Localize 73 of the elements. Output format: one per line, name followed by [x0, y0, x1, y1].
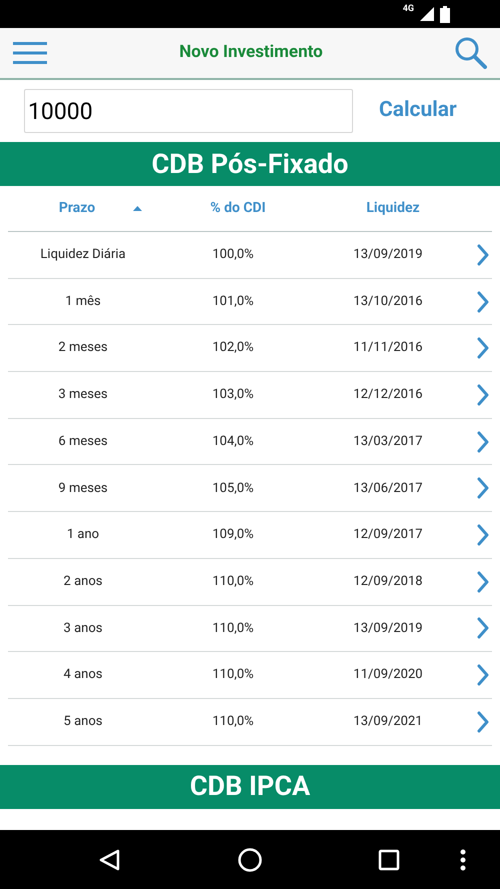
chevron-right-icon	[476, 710, 490, 733]
table-cell-text: 5 anos	[62, 712, 104, 731]
table-cell-text: 11/11/2016	[352, 339, 424, 358]
table-row[interactable]: 4 anos 110,0% 11/09/2020	[8, 652, 492, 699]
chevron-right-icon	[476, 430, 490, 453]
calculate-button[interactable]: Calcular	[379, 95, 457, 127]
sort-up-icon	[133, 206, 142, 211]
chevron-right-icon	[476, 337, 490, 360]
table-row[interactable]: 3 meses 103,0% 12/12/2016	[8, 372, 492, 419]
column-header[interactable]: Liquidez	[366, 198, 420, 219]
table-cell-text: 13/09/2021	[352, 712, 424, 731]
table-cell-text: 13/10/2016	[352, 292, 424, 311]
table-cell-text: 104,0%	[211, 432, 255, 451]
table-cell-text: 105,0%	[211, 480, 255, 498]
table-cell-text: 4 anos	[62, 666, 104, 684]
table-row[interactable]: 1 mês 101,0% 13/10/2016	[8, 278, 492, 326]
table-row[interactable]: 2 meses 102,0% 11/11/2016	[8, 325, 492, 372]
table-cell-text: 2 meses	[57, 339, 109, 358]
table-cell-text: 13/09/2019	[352, 620, 424, 638]
table-cell-text: 3 meses	[57, 386, 109, 404]
table-row[interactable]: 6 meses 104,0% 13/03/2017	[8, 418, 492, 466]
table-cell-text: 110,0%	[211, 572, 255, 591]
home-icon[interactable]	[238, 848, 262, 872]
table-cell-text: Liquidez Diária	[39, 246, 127, 264]
section-title: CDB IPCA	[190, 769, 310, 804]
table-row[interactable]: Liquidez Diária 100,0% 13/09/2019	[8, 232, 492, 279]
table-cell-text: 110,0%	[211, 666, 255, 684]
table-cell-text: 100,0%	[211, 246, 255, 264]
chevron-right-icon	[476, 570, 490, 593]
table-cell-text: 101,0%	[211, 292, 255, 311]
table-cell-text: 6 meses	[57, 432, 109, 451]
section-title: CDB Pós-Fixado	[152, 146, 348, 182]
search-icon[interactable]	[455, 37, 487, 69]
chevron-right-icon	[476, 664, 490, 686]
table-cell-text: 1 ano	[66, 526, 100, 544]
recents-icon[interactable]	[378, 848, 400, 870]
back-icon[interactable]	[98, 848, 120, 870]
chevron-right-icon	[476, 617, 490, 640]
table-cell-text: 13/06/2017	[352, 480, 424, 498]
battery-icon	[440, 6, 450, 22]
table-cell-text: 13/09/2019	[352, 246, 424, 264]
chevron-right-icon	[476, 290, 490, 313]
table-cell-text: 110,0%	[211, 620, 255, 638]
network-label: 4G	[402, 3, 414, 16]
chevron-right-icon	[476, 477, 490, 500]
table-cell-text: 3 anos	[62, 620, 104, 638]
table-row[interactable]: 9 meses 105,0% 13/06/2017	[8, 465, 492, 512]
table-cell-text: 103,0%	[211, 386, 255, 404]
table-cell-text: 109,0%	[211, 526, 255, 544]
table-cell-text: 12/12/2016	[352, 386, 424, 404]
table-cell-text: 11/09/2020	[352, 666, 424, 684]
table-row[interactable]: 2 anos 110,0% 12/09/2018	[8, 558, 492, 606]
chevron-right-icon	[476, 384, 490, 406]
table-cell-text: 12/09/2017	[352, 526, 424, 544]
table-cell-text: 1 mês	[64, 292, 102, 311]
table-row[interactable]: 1 ano 109,0% 12/09/2017	[8, 512, 492, 559]
table-cell-text: 12/09/2018	[352, 572, 424, 591]
amount-field[interactable]: 10000	[24, 89, 353, 133]
table-cell-text: 2 anos	[62, 572, 104, 591]
chevron-right-icon	[476, 524, 490, 546]
table-row[interactable]: 5 anos 110,0% 13/09/2021	[8, 698, 492, 746]
menu-icon[interactable]	[13, 41, 47, 65]
table-row[interactable]: 3 anos 110,0% 13/09/2019	[8, 606, 492, 652]
column-header[interactable]: % do CDI	[210, 198, 266, 219]
chevron-right-icon	[476, 244, 490, 266]
app-title: Novo Investimento	[178, 41, 324, 64]
signal-icon	[420, 7, 434, 21]
table-cell-text: 13/03/2017	[352, 432, 424, 451]
more-icon[interactable]	[460, 848, 466, 870]
table-cell-text: 9 meses	[57, 480, 109, 498]
table-cell-text: 110,0%	[211, 712, 255, 731]
table-cell-text: 102,0%	[211, 339, 255, 358]
column-header[interactable]: Prazo	[58, 198, 96, 219]
